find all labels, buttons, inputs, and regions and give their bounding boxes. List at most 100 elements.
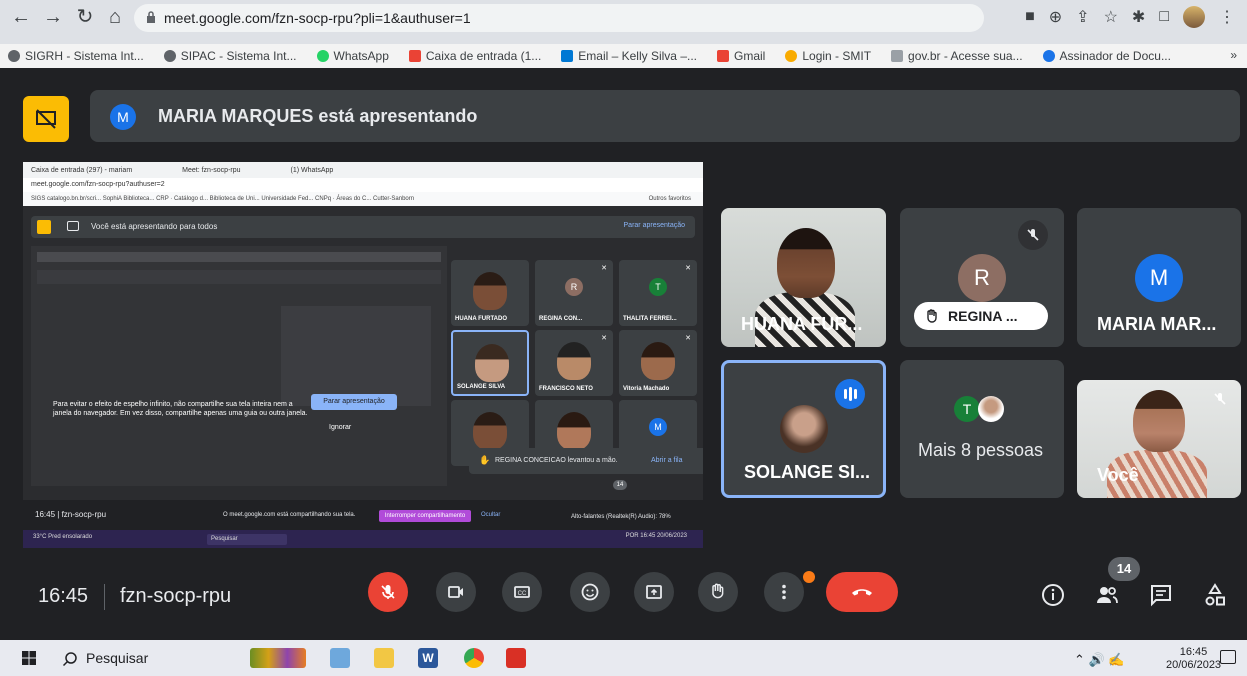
zoom-icon[interactable]: ⊕ (1049, 7, 1062, 27)
self-view-tile[interactable]: Você (1077, 380, 1241, 498)
shared-count-badge: 14 (613, 480, 627, 490)
mic-toggle-button[interactable] (368, 572, 408, 612)
shared-tile: ✕ Vitoria Machado (619, 330, 697, 396)
participant-tile-solange[interactable]: SOLANGE SI... (721, 360, 886, 498)
meeting-clock: 16:45 (38, 585, 89, 607)
taskbar-clock[interactable]: 16:45 20/06/2023 (1166, 646, 1221, 672)
whatsapp-icon (316, 50, 329, 62)
mic-off-icon: ✕ (685, 265, 691, 272)
participant-video (473, 412, 507, 450)
present-screen-icon (646, 585, 662, 599)
bookmark-item[interactable]: Gmail (717, 49, 765, 63)
more-vert-icon (782, 584, 786, 600)
star-icon[interactable]: ☆ (1104, 7, 1118, 27)
call-end-icon (852, 589, 872, 596)
participant-name: Você (1097, 465, 1139, 485)
participant-video (473, 272, 507, 310)
activities-icon[interactable] (1202, 582, 1228, 608)
system-tray[interactable]: ⌃ 🔊 ✍ (1074, 652, 1125, 668)
bookmark-item[interactable]: Login - SMIT (785, 49, 871, 63)
infinite-mirror (31, 246, 447, 486)
file-explorer-icon[interactable] (374, 648, 394, 668)
info-icon[interactable] (1040, 582, 1066, 608)
reload-icon[interactable]: ↻ (72, 4, 98, 30)
shared-present-bar: Você está apresentando para todos Parar … (31, 216, 695, 238)
bookmark-item[interactable]: Assinador de Docu... (1042, 49, 1171, 63)
outlook-icon (561, 50, 574, 62)
butterfly-widget-icon[interactable] (250, 648, 306, 668)
bookmarks-more[interactable]: » (1230, 48, 1237, 62)
video-icon (448, 586, 463, 598)
url-text: meet.google.com/fzn-socp-rpu?pli=1&authu… (164, 10, 471, 26)
bookmark-item[interactable]: WhatsApp (316, 49, 389, 63)
participant-name: SOLANGE SI... (744, 462, 871, 482)
bookmark-item[interactable]: SIPAC - Sistema Int... (163, 49, 297, 63)
participant-tile-maria[interactable]: M MARIA MAR... (1077, 208, 1241, 347)
bookmark-item[interactable]: gov.br - Acesse sua... (891, 49, 1023, 63)
shared-tab-strip: Caixa de entrada (297) - mariam Meet: fz… (23, 162, 703, 178)
search-icon (62, 652, 77, 667)
shared-screen: Caixa de entrada (297) - mariam Meet: fz… (23, 162, 703, 548)
back-icon[interactable]: ← (8, 4, 34, 30)
lock-icon (147, 11, 155, 23)
shared-tab: Caixa de entrada (297) - mariam (31, 166, 133, 174)
captions-button[interactable]: CC (502, 572, 542, 612)
bookmark-item[interactable]: SIGRH - Sistema Int... (8, 49, 144, 63)
shared-tile: ✕ T THALITA FERREI... (619, 260, 697, 326)
lightning-icon (785, 50, 798, 62)
shared-tile: ✕ R REGINA CON... (535, 260, 613, 326)
shared-taskbar: 33°C Pred ensolarado Pesquisar POR 16:45… (23, 530, 703, 548)
close-icon: ✕ (702, 454, 703, 467)
participant-name: HUANA FUR... (741, 314, 863, 334)
participant-tile-regina[interactable]: R REGINA ... (900, 208, 1064, 347)
presentation-icon (37, 220, 51, 234)
calculator-icon[interactable] (330, 648, 350, 668)
word-icon[interactable]: W (418, 648, 438, 668)
mic-off-icon: ✕ (601, 265, 607, 272)
camera-icon[interactable]: ■ (1025, 8, 1035, 26)
meeting-code: fzn-socp-rpu (120, 585, 232, 607)
tip-stop-button: Parar apresentação (311, 394, 397, 410)
bookmark-item[interactable]: Caixa de entrada (1... (408, 49, 541, 63)
participant-video (1133, 390, 1185, 452)
mirror-tip: Para evitar o efeito de espelho infinito… (53, 401, 308, 417)
acrobat-icon[interactable] (506, 648, 526, 668)
more-people-tile[interactable]: T Mais 8 pessoas (900, 360, 1064, 498)
reactions-button[interactable] (570, 572, 610, 612)
bookmark-item[interactable]: Email – Kelly Silva –... (561, 49, 697, 63)
emoji-icon (581, 583, 599, 601)
address-bar[interactable]: meet.google.com/fzn-socp-rpu?pli=1&authu… (134, 4, 984, 32)
notifications-icon[interactable] (1220, 650, 1236, 664)
chrome-icon[interactable] (464, 648, 484, 668)
menu-icon[interactable]: ⋮ (1219, 7, 1235, 27)
mic-off-icon: ✕ (685, 335, 691, 342)
gmail-icon (717, 50, 729, 62)
participant-tile-huana[interactable]: HUANA FUR... (721, 208, 886, 347)
browser-toolbar: ← → ↻ ⌂ meet.google.com/fzn-socp-rpu?pli… (0, 0, 1247, 44)
participant-video (777, 228, 835, 298)
chat-icon[interactable] (1148, 582, 1174, 608)
mic-off-icon (1018, 220, 1048, 250)
toolbar-actions: ■ ⊕ ⇪ ☆ ✱ □ ⋮ (1025, 4, 1235, 30)
present-button[interactable] (634, 572, 674, 612)
raise-hand-button[interactable] (698, 572, 738, 612)
forward-icon[interactable]: → (40, 4, 66, 30)
sidebar-icon[interactable]: □ (1159, 8, 1169, 26)
more-options-button[interactable] (764, 572, 804, 612)
people-icon[interactable] (1094, 582, 1120, 608)
leave-call-button[interactable] (826, 572, 898, 612)
mic-off-icon (381, 585, 395, 599)
presentation-icon[interactable] (23, 96, 69, 142)
signer-icon (1042, 50, 1055, 62)
svg-text:CC: CC (518, 591, 527, 597)
home-icon[interactable]: ⌂ (102, 4, 128, 30)
profile-avatar[interactable] (1183, 6, 1205, 28)
camera-toggle-button[interactable] (436, 572, 476, 612)
shared-tile: SOLANGE SILVA (451, 330, 529, 396)
extensions-icon[interactable]: ✱ (1132, 7, 1145, 27)
meet-stage: M MARIA MARQUES está apresentando Caixa … (0, 68, 1247, 640)
participant-avatar: R (958, 254, 1006, 302)
govbr-icon (891, 50, 904, 62)
windows-icon[interactable] (22, 651, 36, 665)
share-icon[interactable]: ⇪ (1076, 7, 1089, 27)
